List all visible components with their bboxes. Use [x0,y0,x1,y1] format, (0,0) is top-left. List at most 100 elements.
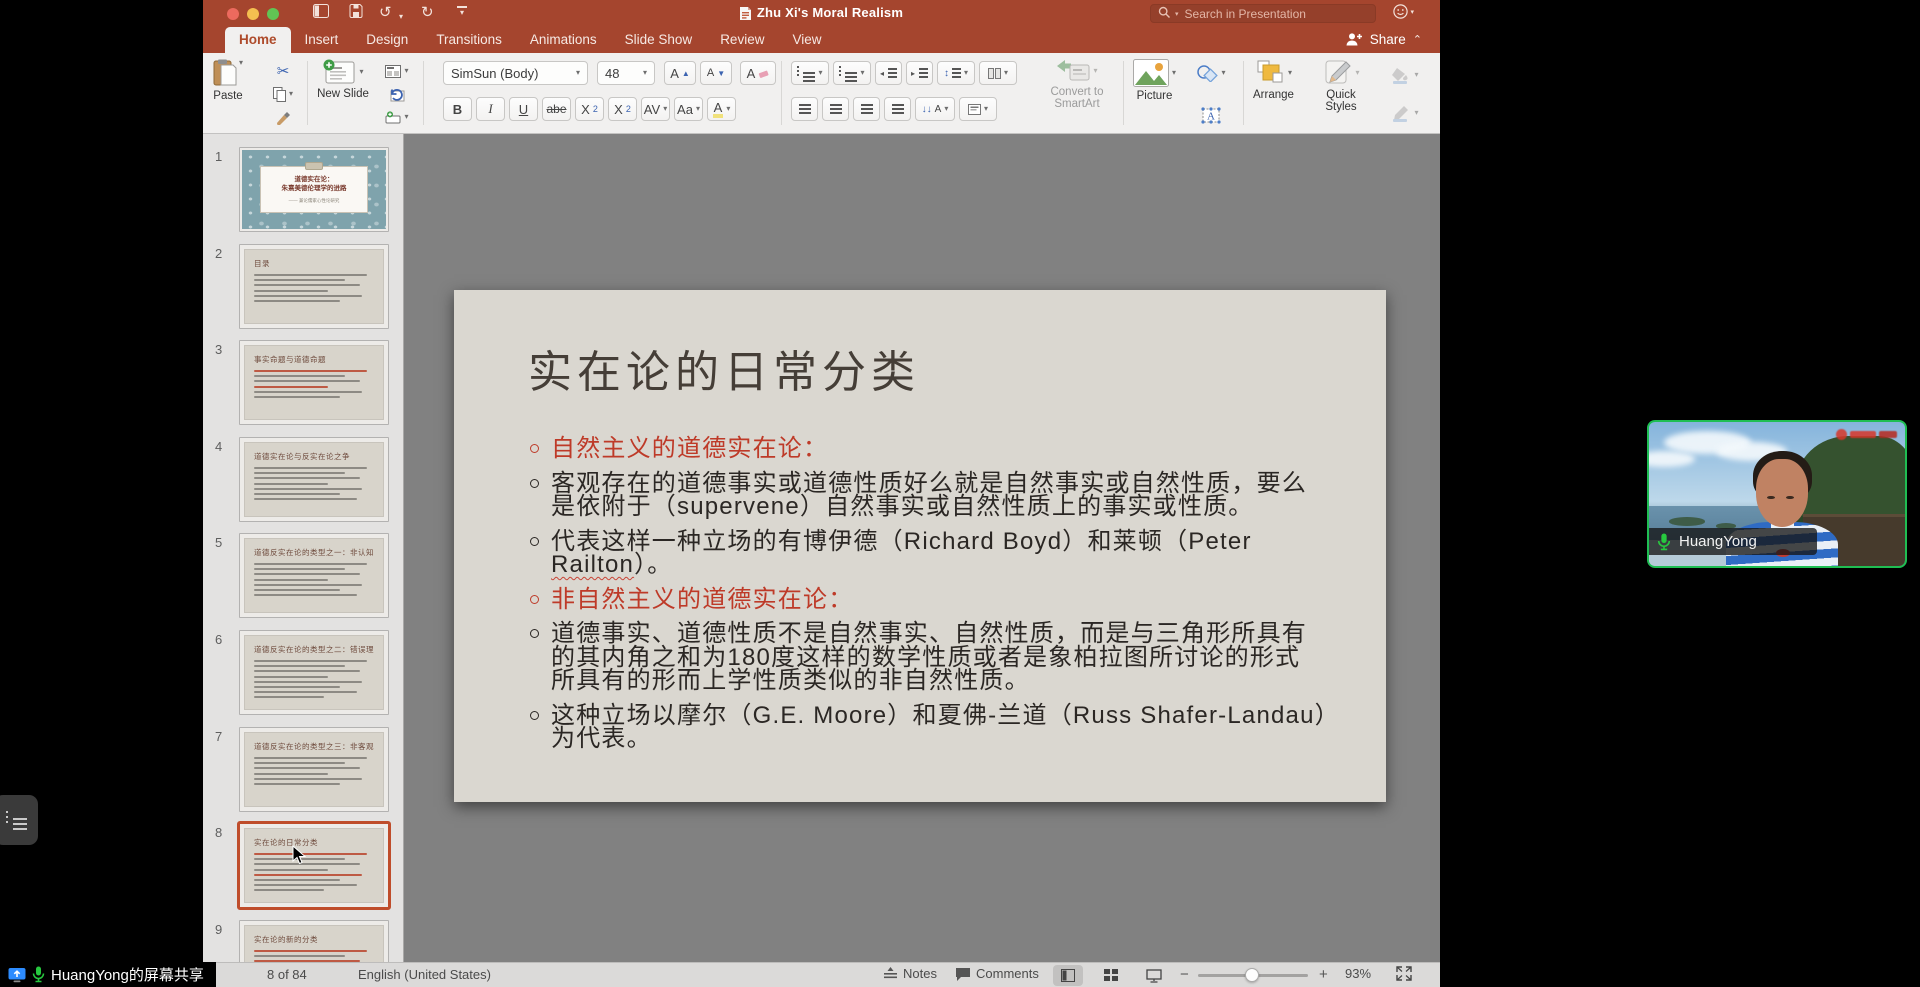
slide-thumbnail-6[interactable]: 6道德反实在论的类型之二：错误理论 [203,630,403,726]
format-x-button[interactable]: X2 [608,97,637,121]
quick-styles-button[interactable]: ▾ Quick Styles [1315,59,1367,113]
copy-button[interactable]: ▾ [273,84,293,104]
decrease-indent-button[interactable]: ◂ [875,61,902,85]
thumbnail-frame[interactable]: 道德实在论与反实在论之争 [239,437,389,522]
slide-title[interactable]: 实在论的日常分类 [528,336,920,400]
thumbnail-frame[interactable]: 道德实在论：朱熹美德伦理学的进路—— 兼论儒家心性论研究 [239,147,389,232]
picture-button[interactable]: ▾ Picture [1133,59,1176,102]
font-name-combo[interactable]: SimSun (Body)▾ [443,61,588,85]
current-slide[interactable]: 实在论的日常分类 自然主义的道德实在论：客观存在的道德事实或道德性质好么就是自然… [454,290,1386,802]
format-b-button[interactable]: B [443,97,472,121]
grow-font-button[interactable]: A▲ [664,61,696,85]
section-button[interactable]: ▾ [385,107,408,127]
comments-button[interactable]: Comments [955,966,1039,981]
format-strike-button[interactable]: abe [542,97,571,121]
tab-design[interactable]: Design [352,27,422,53]
new-slide-button[interactable]: ▾ New Slide [315,59,371,100]
tab-home[interactable]: Home [225,27,291,53]
line-spacing-button[interactable]: ↕▾ [937,61,975,85]
format-av-button[interactable]: AV▾ [641,97,670,121]
columns-button[interactable]: ▾ [979,61,1017,85]
align-text-button[interactable]: ▾ [959,97,997,121]
thumbnail-frame[interactable]: 道德反实在论的类型之一：非认知主义 [239,533,389,618]
tab-insert[interactable]: Insert [291,27,353,53]
cut-button[interactable]: ✂ [277,61,290,81]
collapsed-panel-button[interactable] [0,795,38,845]
mouse-cursor [292,845,306,870]
justify-button[interactable] [884,97,911,121]
numbering-button[interactable]: ▾ [833,61,871,85]
align-right-button[interactable] [853,97,880,121]
slide-thumbnail-7[interactable]: 7道德反实在论的类型之三：非客观主义 [203,727,403,823]
feedback-smiley-icon[interactable]: ▾ [1393,4,1414,19]
fullscreen-icon [1396,966,1412,981]
fullscreen-button[interactable] [1396,966,1412,981]
slide-body-text[interactable]: 自然主义的道德实在论：客观存在的道德事实或道德性质好么就是自然事实或自然性质，要… [551,437,1369,762]
normal-view-button[interactable] [1053,965,1083,986]
editing-canvas: 实在论的日常分类 自然主义的道德实在论：客观存在的道德事实或道德性质好么就是自然… [404,134,1440,962]
shape-line-button[interactable]: ▾ [1391,103,1418,123]
paste-button[interactable]: ▾ Paste [213,59,243,102]
format-i-button[interactable]: I [476,97,505,121]
language-indicator[interactable]: English (United States) [358,967,491,982]
slide-thumbnail-3[interactable]: 3 事实命题与道德命题 [203,340,403,436]
arrange-button[interactable]: ▾ Arrange [1253,59,1294,101]
format-x-button[interactable]: X2 [575,97,604,121]
shape-fill-button[interactable]: ▾ [1391,65,1418,85]
text-direction-button[interactable]: ↓↓A▾ [915,97,955,121]
layout-button[interactable]: ▾ [385,61,408,81]
tab-transitions[interactable]: Transitions [422,27,516,53]
slideshow-view-button[interactable] [1139,965,1169,986]
reset-button[interactable] [389,84,405,104]
slide-sorter-button[interactable] [1096,965,1126,986]
font-size-combo[interactable]: 48▾ [597,61,655,85]
tab-slide-show[interactable]: Slide Show [611,27,707,53]
bullet-item-1: 自然主义的道德实在论： [551,437,1369,461]
slide-thumbnail-9[interactable]: 9实在论的新的分类 [203,920,403,962]
shrink-font-button[interactable]: A▼ [700,61,732,85]
slide-thumbnail-5[interactable]: 5道德反实在论的类型之一：非认知主义 [203,533,403,629]
clipboard-small-buttons: ✂ ▾ [265,61,301,127]
thumbnail-frame[interactable]: 实在论的新的分类 [239,920,389,962]
increase-indent-button[interactable]: ▸ [906,61,933,85]
shapes-button[interactable]: ▾ [1196,63,1225,83]
font-format-buttons: BIUabeX2X2AV▾Aa▾A▾ [443,97,736,121]
thumbnail-frame[interactable]: 道德反实在论的类型之三：非客观主义 [239,727,389,812]
thumbnail-frame[interactable]: 道德反实在论的类型之二：错误理论 [239,630,389,715]
zoom-slider[interactable] [1198,974,1308,977]
align-left-button[interactable] [791,97,818,121]
search-scope-dropdown[interactable]: ▾ [1175,10,1179,18]
zoom-slider-thumb[interactable] [1245,968,1259,982]
participant-video[interactable]: HuangYong [1647,420,1907,568]
format-u-button[interactable]: U [509,97,538,121]
convert-to-smartart-button[interactable]: ▾ Convert to SmartArt [1041,59,1113,110]
tab-review[interactable]: Review [706,27,778,53]
text-box-button[interactable]: A [1200,105,1222,125]
tab-animations[interactable]: Animations [516,27,611,53]
thumbnail-frame[interactable]: 事实命题与道德命题 [239,340,389,425]
clear-formatting-button[interactable]: A [740,61,776,85]
thumbnail-number: 3 [215,342,222,357]
ribbon-tabs: HomeInsertDesignTransitionsAnimationsSli… [225,27,835,53]
thumbnail-selected-frame[interactable]: 实在论的日常分类 [239,823,389,908]
notes-button[interactable]: Notes [883,966,937,981]
format-aa-button[interactable]: Aa▾ [674,97,703,121]
collapse-ribbon-icon[interactable]: ⌃ [1413,33,1422,46]
align-center-button[interactable] [822,97,849,121]
slide-counter: 8 of 84 [267,967,307,982]
bullets-button[interactable]: ▾ [791,61,829,85]
zoom-percentage[interactable]: 93% [1345,966,1371,981]
slide-thumbnail-4[interactable]: 4道德实在论与反实在论之争 [203,437,403,533]
format-color-button[interactable]: A▾ [707,97,736,121]
share-button[interactable]: Share ⌃ [1346,32,1422,47]
thumbnail-frame[interactable]: 目录 [239,244,389,329]
slide-thumbnail-2[interactable]: 2目录 [203,244,403,340]
presentation-doc-icon [740,7,751,23]
zoom-in-button[interactable]: + [1319,966,1328,983]
search-input[interactable]: ▾ Search in Presentation [1150,4,1376,23]
zoom-out-button[interactable]: − [1180,966,1189,983]
slide-thumbnail-1[interactable]: 1道德实在论：朱熹美德伦理学的进路—— 兼论儒家心性论研究 [203,147,403,243]
format-painter-button[interactable] [275,107,291,127]
tab-view[interactable]: View [778,27,835,53]
slide-thumbnail-8[interactable]: 8实在论的日常分类 [203,823,403,919]
